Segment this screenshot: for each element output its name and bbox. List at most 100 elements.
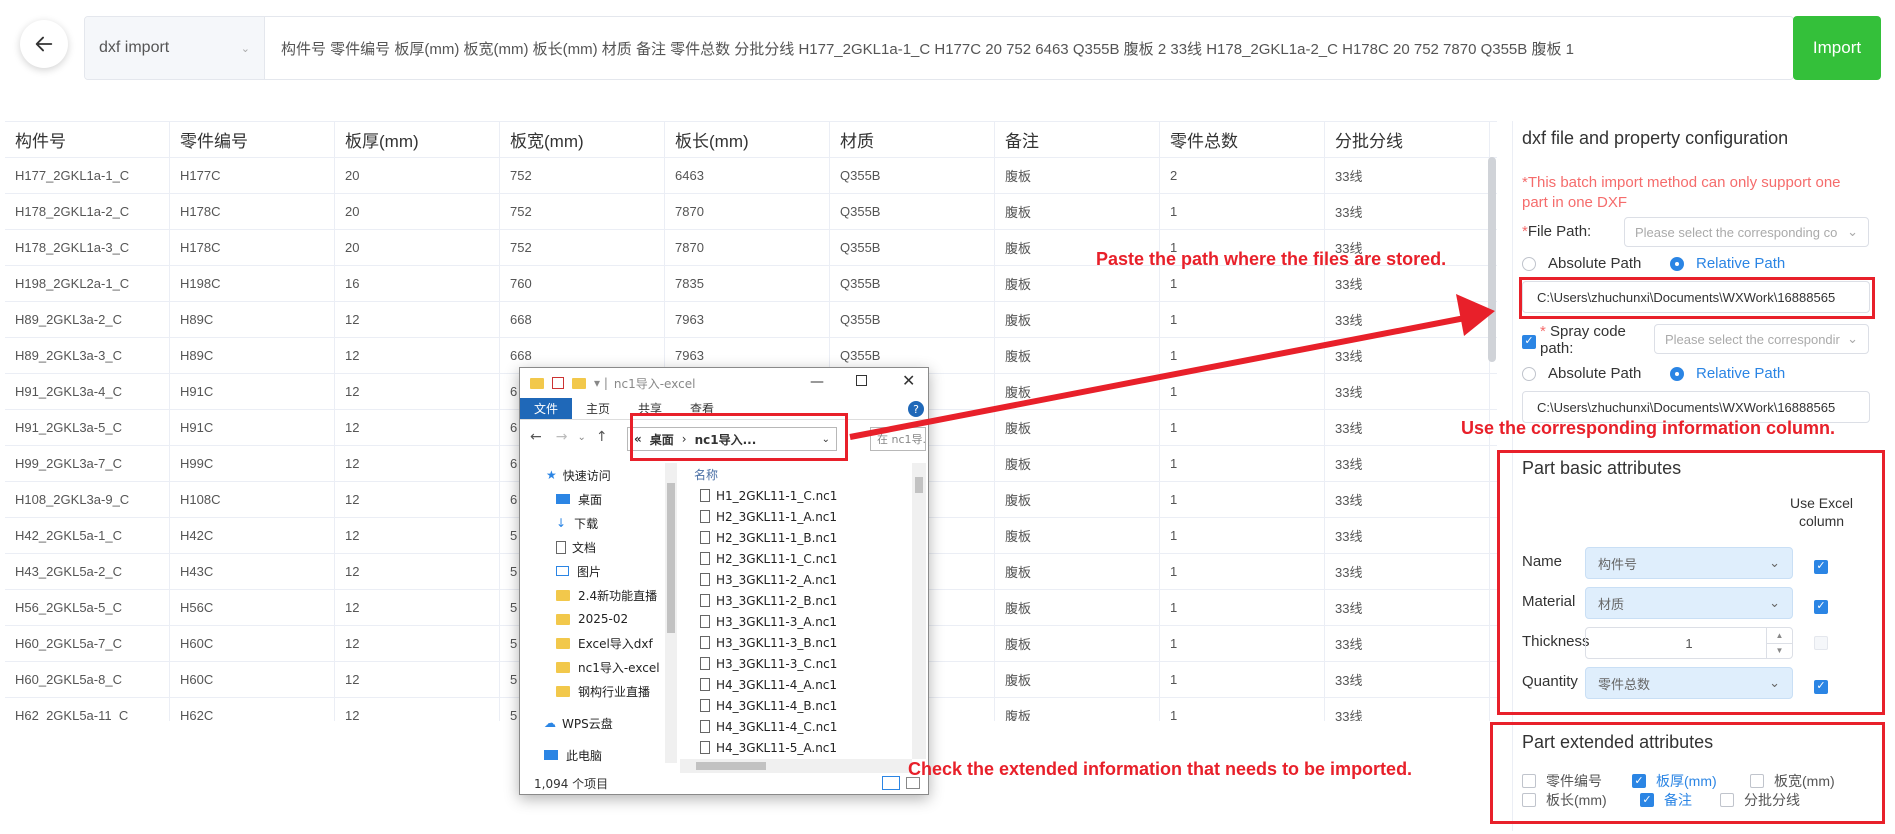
- table-cell: 16: [335, 266, 500, 301]
- help-icon[interactable]: ?: [908, 401, 924, 417]
- name-column-header[interactable]: 名称: [680, 463, 910, 485]
- file-item[interactable]: H3_3GKL11-2_B.nc1: [680, 590, 910, 611]
- nav-folder[interactable]: 钢构行业直播: [520, 679, 663, 703]
- table-cell: 760: [500, 266, 665, 301]
- table-cell: 腹板: [995, 698, 1160, 721]
- folder-icon: [572, 377, 586, 389]
- file-item[interactable]: H2_3GKL11-1_B.nc1: [680, 527, 910, 548]
- file-item[interactable]: H3_3GKL11-3_A.nc1: [680, 611, 910, 632]
- table-cell: H89C: [170, 338, 335, 373]
- spray-relative-radio[interactable]: Relative Path: [1670, 365, 1785, 382]
- file-icon: [700, 615, 710, 628]
- file-item[interactable]: H4_3GKL11-5_A.nc1: [680, 737, 910, 758]
- horizontal-scrollbar[interactable]: [680, 759, 912, 773]
- table-cell: H178C: [170, 194, 335, 229]
- nav-this-pc[interactable]: 此电脑: [520, 743, 663, 767]
- file-item[interactable]: H4_3GKL11-4_C.nc1: [680, 716, 910, 737]
- back-button[interactable]: [20, 20, 68, 68]
- up-arrow-icon[interactable]: ↑: [596, 429, 608, 445]
- nav-documents[interactable]: 文档: [520, 535, 663, 559]
- table-cell: 33线: [1325, 302, 1490, 337]
- nav-scrollbar[interactable]: [665, 463, 677, 763]
- table-cell: 腹板: [995, 374, 1160, 409]
- table-cell: 20: [335, 158, 500, 193]
- file-icon: [700, 510, 710, 523]
- table-cell: 腹板: [995, 662, 1160, 697]
- table-cell: H89_2GKL3a-3_C: [5, 338, 170, 373]
- file-absolute-radio[interactable]: Absolute Path: [1522, 255, 1641, 272]
- spray-path-label: * Spray code path:: [1540, 323, 1626, 357]
- table-cell: 1: [1160, 590, 1325, 625]
- maximize-icon[interactable]: [856, 375, 867, 386]
- nav-folder[interactable]: 2.4新功能直播: [520, 583, 663, 607]
- radio-icon: [1522, 256, 1536, 271]
- table-cell: 33线: [1325, 374, 1490, 409]
- table-cell: H60_2GKL5a-8_C: [5, 662, 170, 697]
- table-cell: H178_2GKL1a-2_C: [5, 194, 170, 229]
- nav-folder[interactable]: nc1导入-excel: [520, 655, 663, 679]
- panel-title: dxf file and property configuration: [1522, 128, 1789, 148]
- nav-folder[interactable]: 2025-02: [520, 607, 663, 631]
- minimize-icon[interactable]: —: [810, 374, 824, 390]
- import-type-select[interactable]: dxf import ⌄: [85, 17, 265, 79]
- details-view-icon[interactable]: [882, 776, 900, 790]
- annotation-check-extended: Check the extended information that need…: [908, 759, 1413, 779]
- table-cell: 1: [1160, 266, 1325, 301]
- table-cell: 2: [1160, 158, 1325, 193]
- nav-downloads[interactable]: ↓ 下载: [520, 511, 663, 535]
- file-name: H3_3GKL11-3_C.nc1: [716, 656, 838, 671]
- table-cell: 20: [335, 230, 500, 265]
- table-cell: 33线: [1325, 698, 1490, 721]
- table-cell: H177_2GKL1a-1_C: [5, 158, 170, 193]
- file-name: H4_3GKL11-4_C.nc1: [716, 719, 838, 734]
- file-relative-radio[interactable]: Relative Path: [1670, 255, 1785, 272]
- file-name: H2_3GKL11-1_C.nc1: [716, 551, 838, 566]
- back-arrow-icon[interactable]: ←: [530, 429, 542, 445]
- file-item[interactable]: H2_3GKL11-1_A.nc1: [680, 506, 910, 527]
- nav-pictures[interactable]: 图片: [520, 559, 663, 583]
- forward-arrow-icon[interactable]: →: [556, 429, 568, 445]
- table-cell: 20: [335, 194, 500, 229]
- file-item[interactable]: H3_3GKL11-3_B.nc1: [680, 632, 910, 653]
- file-item[interactable]: H4_3GKL11-4_A.nc1: [680, 674, 910, 695]
- explorer-search-input[interactable]: 在 nc1导...: [870, 427, 926, 451]
- spray-path-column-select[interactable]: Please select the correspondir ⌄: [1654, 324, 1869, 354]
- file-path-column-select[interactable]: Please select the corresponding co ⌄: [1624, 217, 1869, 247]
- file-item[interactable]: H1_2GKL11-1_C.nc1: [680, 485, 910, 506]
- table-cell: 33线: [1325, 158, 1490, 193]
- table-row[interactable]: H198_2GKL2a-1_C H198C 16 760 7835 Q355B 腹板 1 33线: [5, 266, 1497, 302]
- file-item[interactable]: H3_3GKL11-2_A.nc1: [680, 569, 910, 590]
- column-header: 板厚(mm): [335, 122, 500, 157]
- nav-desktop[interactable]: 桌面: [520, 487, 663, 511]
- arrow-left-icon: [35, 36, 53, 52]
- file-item[interactable]: H2_3GKL11-1_C.nc1: [680, 548, 910, 569]
- nav-folder[interactable]: Excel导入dxf: [520, 631, 663, 655]
- nav-wps-cloud[interactable]: ☁ WPS云盘: [520, 711, 663, 735]
- table-row[interactable]: H177_2GKL1a-1_C H177C 20 752 6463 Q355B 腹板 2 33线: [5, 158, 1497, 194]
- table-scrollbar[interactable]: [1488, 157, 1496, 362]
- ribbon-tab-file[interactable]: 文件: [520, 398, 573, 419]
- close-icon[interactable]: ✕: [902, 371, 915, 390]
- table-cell: H91_2GKL3a-5_C: [5, 410, 170, 445]
- spray-checkbox[interactable]: ✓: [1522, 331, 1536, 349]
- file-icon: [700, 573, 710, 586]
- file-list: 名称 H1_2GKL11-1_C.nc1 H2_3GKL11-1_A.nc1 H2_…: [680, 463, 910, 759]
- recent-dropdown-icon[interactable]: ⌄: [577, 432, 585, 443]
- file-name: H2_3GKL11-1_B.nc1: [716, 530, 838, 545]
- spray-absolute-radio[interactable]: Absolute Path: [1522, 365, 1641, 382]
- paste-content-input[interactable]: 构件号 零件编号 板厚(mm) 板宽(mm) 板长(mm) 材质 备注 零件总数…: [265, 38, 1793, 59]
- ribbon-tab-home[interactable]: 主页: [572, 398, 624, 419]
- file-scrollbar[interactable]: [912, 463, 926, 759]
- highlight-file-path: [1519, 277, 1875, 319]
- table-cell: H91C: [170, 374, 335, 409]
- column-header: 分批分线: [1325, 122, 1490, 157]
- table-cell: 1: [1160, 446, 1325, 481]
- table-row[interactable]: H178_2GKL1a-2_C H178C 20 752 7870 Q355B 腹板 1 33线: [5, 194, 1497, 230]
- file-item[interactable]: H3_3GKL11-3_C.nc1: [680, 653, 910, 674]
- table-cell: 1: [1160, 302, 1325, 337]
- import-button[interactable]: Import: [1793, 16, 1881, 80]
- nav-quick-access[interactable]: ★ 快速访问: [520, 463, 663, 487]
- file-icon: [700, 720, 710, 733]
- table-row[interactable]: H89_2GKL3a-2_C H89C 12 668 7963 Q355B 腹板 1 33线: [5, 302, 1497, 338]
- file-item[interactable]: H4_3GKL11-4_B.nc1: [680, 695, 910, 716]
